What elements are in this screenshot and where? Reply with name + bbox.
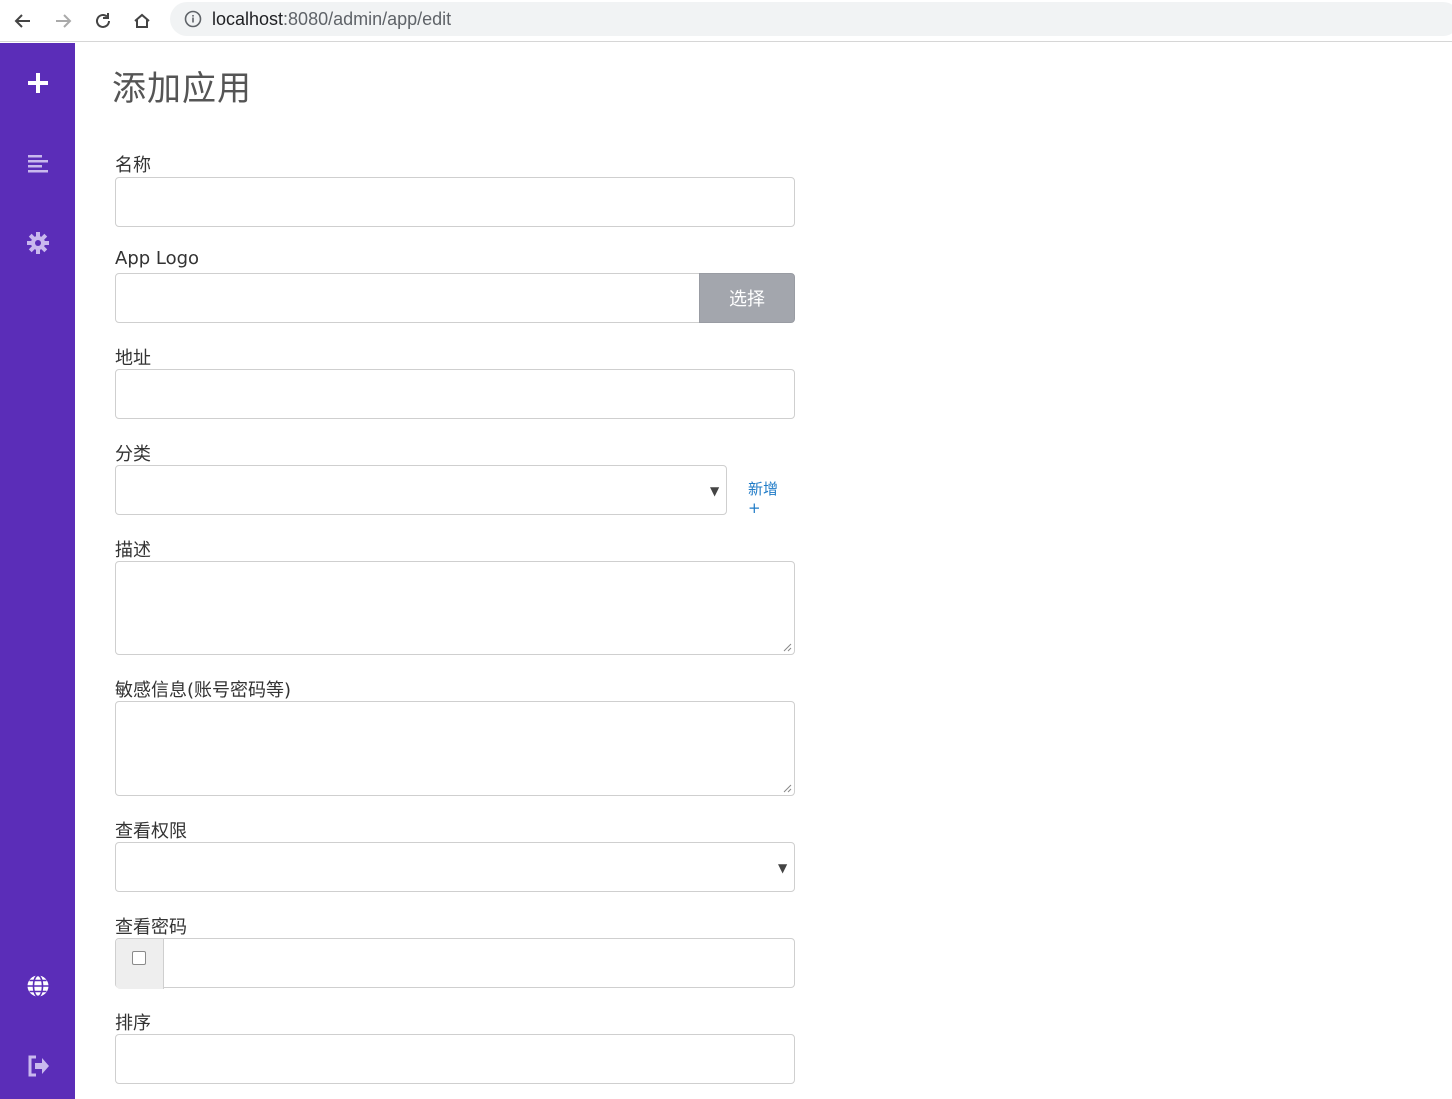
permission-select[interactable]: ▼	[115, 842, 795, 892]
arrow-right-icon	[56, 14, 72, 28]
home-button[interactable]	[127, 6, 157, 36]
category-select[interactable]: ▼	[115, 465, 727, 515]
sensitive-textarea[interactable]	[115, 701, 795, 796]
category-label: 分类	[115, 444, 151, 465]
url-path: :8080/admin/app/edit	[283, 8, 452, 29]
caret-down-icon: ▼	[778, 861, 788, 875]
sensitive-label: 敏感信息(账号密码等)	[115, 680, 292, 701]
address-label: 地址	[115, 348, 151, 369]
globe-icon[interactable]	[0, 966, 75, 1006]
caret-down-icon: ▼	[710, 484, 720, 498]
plus-icon[interactable]	[0, 63, 75, 103]
name-label: 名称	[115, 155, 151, 176]
reload-button[interactable]	[88, 6, 118, 36]
password-input[interactable]	[115, 938, 795, 989]
url-host: localhost	[212, 8, 284, 29]
description-label: 描述	[115, 540, 151, 561]
page-title: 添加应用	[112, 69, 252, 109]
logo-input[interactable]	[115, 273, 700, 323]
description-textarea[interactable]	[115, 561, 795, 655]
resize-grip-icon[interactable]	[782, 642, 792, 652]
info-icon	[184, 10, 202, 28]
choose-logo-button[interactable]: 选择	[699, 273, 795, 323]
forward-button[interactable]	[48, 6, 78, 36]
gear-icon[interactable]	[0, 223, 75, 263]
password-checkbox[interactable]	[132, 951, 146, 965]
add-category-link[interactable]: 新增 +	[748, 478, 795, 517]
address-bar[interactable]: localhost:8080/admin/app/edit	[170, 2, 1452, 36]
reload-icon	[96, 13, 110, 28]
sign-out-icon[interactable]	[0, 1046, 75, 1086]
browser-toolbar: localhost:8080/admin/app/edit	[0, 0, 1452, 42]
list-icon[interactable]	[0, 143, 75, 183]
resize-grip-icon[interactable]	[782, 783, 792, 793]
name-input[interactable]	[115, 177, 795, 227]
logo-label: App Logo	[115, 248, 200, 269]
password-checkbox-addon	[116, 939, 164, 989]
arrow-left-icon	[14, 14, 30, 28]
permission-label: 查看权限	[115, 821, 187, 842]
back-button[interactable]	[8, 6, 38, 36]
sort-label: 排序	[115, 1013, 151, 1034]
sort-input[interactable]	[115, 1034, 795, 1084]
password-label: 查看密码	[115, 917, 187, 938]
home-icon	[134, 13, 150, 28]
address-input[interactable]	[115, 369, 795, 419]
sidebar	[0, 43, 75, 1099]
